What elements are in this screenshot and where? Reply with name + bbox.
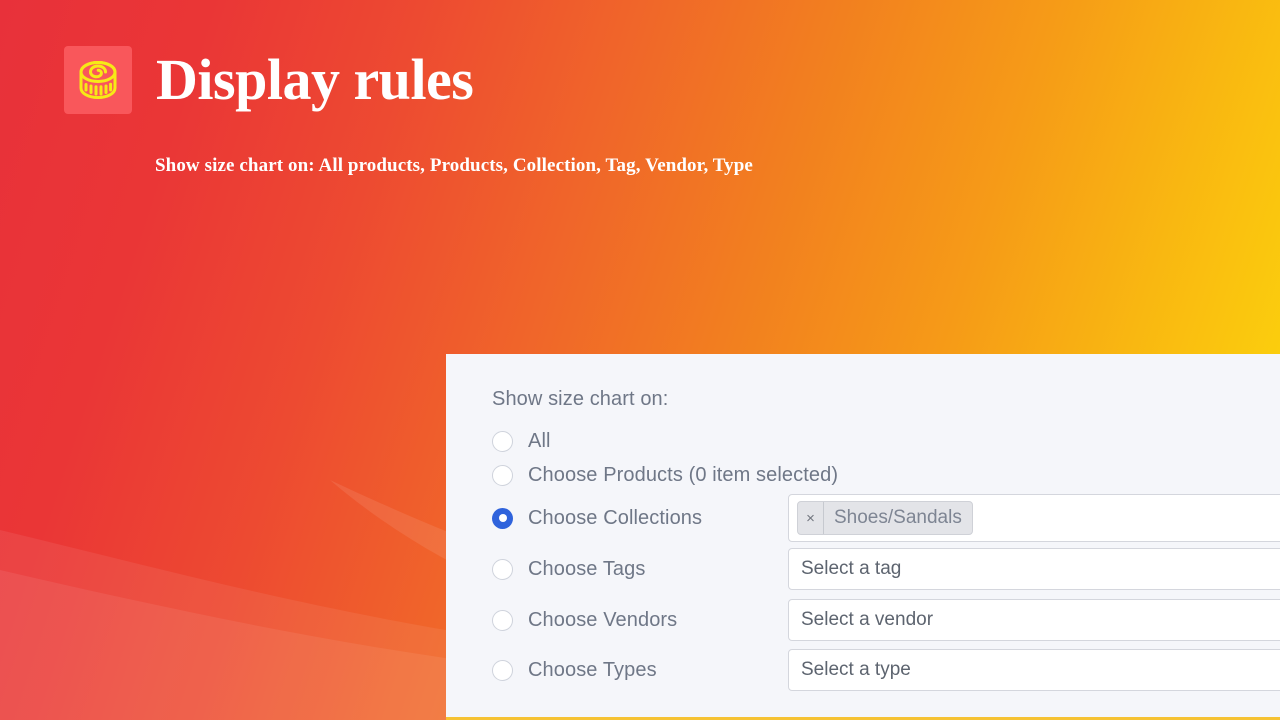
radio-tags[interactable]	[492, 558, 513, 580]
option-label-products[interactable]: Choose Products (0 item selected)	[528, 464, 838, 487]
option-label-types[interactable]: Choose Types	[528, 659, 657, 682]
option-row-collections: Choose Collections × Shoes/Sandals	[492, 494, 1280, 542]
option-row-vendors: Choose Vendors Select a vendor	[492, 599, 1280, 641]
radio-all[interactable]	[492, 430, 513, 452]
option-row-tags: Choose Tags Select a tag	[492, 548, 1280, 590]
page-title: Display rules	[156, 47, 474, 112]
radio-vendors[interactable]	[492, 609, 513, 631]
selected-chip: × Shoes/Sandals	[797, 501, 973, 535]
types-select-input[interactable]: Select a type	[788, 649, 1280, 691]
radio-cell	[492, 609, 528, 631]
chip-label: Shoes/Sandals	[834, 507, 962, 528]
radio-cell	[492, 659, 528, 681]
chip-remove-icon[interactable]: ×	[798, 502, 824, 534]
radio-cell	[492, 507, 528, 529]
radio-collections[interactable]	[492, 507, 513, 529]
types-placeholder: Select a type	[801, 659, 911, 680]
vendors-placeholder: Select a vendor	[801, 609, 934, 630]
radio-types[interactable]	[492, 659, 513, 681]
option-label-collections[interactable]: Choose Collections	[528, 507, 702, 530]
option-row-all: All	[492, 426, 1280, 456]
vendors-select-input[interactable]: Select a vendor	[788, 599, 1280, 641]
control-cell: Select a tag	[788, 548, 1280, 590]
radio-products[interactable]	[492, 464, 513, 486]
control-cell: × Shoes/Sandals	[788, 494, 1280, 542]
display-rules-panel: Show size chart on: All Choose Products (…	[446, 354, 1280, 720]
tags-select-input[interactable]: Select a tag	[788, 548, 1280, 590]
radio-cell	[492, 558, 528, 580]
radio-dot	[498, 514, 507, 522]
radio-cell	[492, 430, 528, 452]
option-label-tags[interactable]: Choose Tags	[528, 558, 645, 581]
radio-cell	[492, 464, 528, 486]
collections-multiselect-input[interactable]: × Shoes/Sandals	[788, 494, 1280, 542]
option-row-products: Choose Products (0 item selected)	[492, 460, 1280, 490]
page-header: Display rules	[64, 46, 474, 114]
page-subtitle: Show size chart on: All products, Produc…	[155, 155, 753, 176]
control-cell: Select a vendor	[788, 599, 1280, 641]
panel-heading: Show size chart on:	[492, 388, 669, 410]
measuring-tape-icon	[64, 46, 132, 114]
tags-placeholder: Select a tag	[801, 558, 902, 579]
option-label-vendors[interactable]: Choose Vendors	[528, 609, 677, 632]
control-cell: Select a type	[788, 649, 1280, 691]
option-label-all[interactable]: All	[528, 430, 551, 453]
option-row-types: Choose Types Select a type	[492, 649, 1280, 691]
